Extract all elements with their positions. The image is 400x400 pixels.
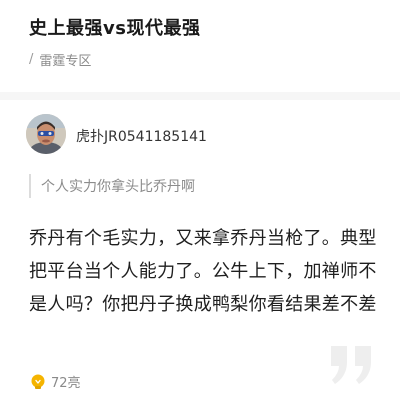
like-button[interactable]: 72亮 [29,372,81,391]
avatar-image [26,114,66,154]
comment-body: 乔丹有个毛实力，又来拿乔丹当枪了。典型把平台当个人能力了。公牛上下，加禅师不是人… [29,228,377,315]
username[interactable]: 虎扑JR0541185141 [76,126,207,146]
post-title[interactable]: 史上最强vs现代最强 [29,14,200,40]
quote-mark-icon [328,340,376,392]
slash-separator: / [29,52,34,67]
avatar[interactable] [26,114,66,154]
lightbulb-icon [31,374,45,389]
quoted-reply: 个人实力你拿头比乔丹啊 [29,174,195,198]
section-link[interactable]: / 雷霆专区 [29,50,91,69]
section-divider [0,92,400,100]
like-count: 72亮 [51,376,81,391]
comment-detail-page: 史上最强vs现代最强 / 雷霆专区 虎扑JR0541185141 个人实力你拿头… [0,0,400,400]
quoted-text: 个人实力你拿头比乔丹啊 [41,179,195,195]
section-name: 雷霆专区 [39,54,92,69]
